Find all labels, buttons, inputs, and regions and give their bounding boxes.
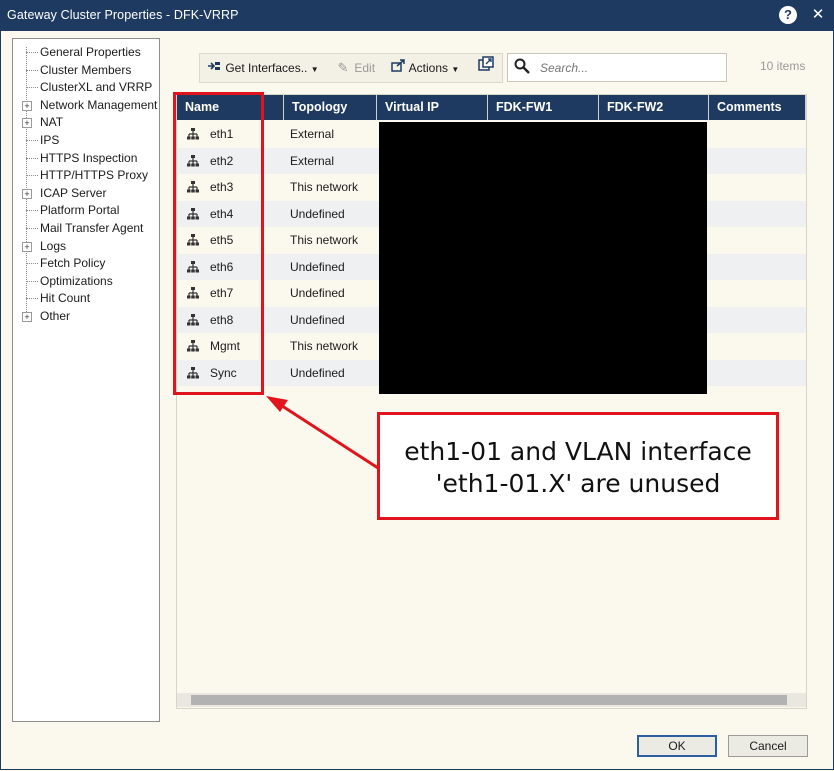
tree-guide	[26, 69, 38, 71]
get-interfaces-button[interactable]: Get Interfaces.. ▼	[206, 54, 319, 82]
scrollbar-thumb[interactable]	[191, 695, 787, 705]
callout-line-1: eth1-01 and VLAN interface	[404, 437, 752, 466]
interface-topology: Undefined	[290, 312, 345, 327]
tree-item-label: ICAP Server	[40, 185, 107, 200]
column-header[interactable]: FDK-FW1	[488, 95, 599, 120]
actions-button[interactable]: Actions ▼	[390, 54, 459, 82]
open-window-button[interactable]	[478, 54, 494, 82]
tree-item-label: Hit Count	[40, 291, 91, 306]
interface-topology: This network	[290, 339, 359, 353]
ok-button[interactable]: OK	[637, 735, 717, 757]
tree-guide	[26, 210, 38, 212]
horizontal-scrollbar[interactable]	[177, 693, 806, 707]
tree-guide	[26, 140, 38, 141]
interface-topology: Undefined	[290, 286, 345, 300]
column-header[interactable]: FDK-FW2	[599, 95, 709, 120]
expand-icon[interactable]: +	[22, 100, 32, 111]
open-window-icon	[478, 54, 494, 82]
get-interfaces-label: Get Interfaces..	[225, 61, 308, 75]
tree-item-label: HTTPS Inspection	[40, 150, 138, 165]
highlight-rectangle	[173, 92, 264, 395]
column-header[interactable]: Topology	[284, 95, 377, 120]
tree-item-label: Cluster Members	[40, 62, 132, 77]
get-interfaces-icon	[206, 54, 222, 82]
interface-topology: Undefined	[290, 206, 345, 221]
export-icon	[390, 54, 406, 82]
search-icon	[514, 58, 530, 78]
chevron-down-icon: ▼	[451, 65, 460, 74]
items-count: 10 items	[760, 59, 806, 73]
tree-item-label: NAT	[40, 115, 64, 130]
expand-icon[interactable]: +	[22, 241, 32, 252]
tree-item-label: General Properties	[40, 45, 141, 59]
tree-guide	[26, 298, 38, 300]
tree-item-label: Logs	[40, 238, 67, 253]
interface-topology: This network	[290, 233, 359, 247]
callout-line-2: 'eth1-01.X' are unused	[435, 469, 721, 498]
search-input[interactable]	[538, 58, 722, 78]
interface-topology: This network	[290, 180, 359, 194]
interface-topology: Undefined	[290, 365, 345, 380]
annotation-callout: eth1-01 and VLAN interface 'eth1-01.X' a…	[377, 412, 779, 520]
tree-guide	[26, 175, 38, 177]
search-box[interactable]	[507, 53, 727, 82]
expand-icon[interactable]: +	[22, 312, 32, 322]
title-bar: Gateway Cluster Properties - DFK-VRRP ? …	[0, 0, 834, 31]
edit-label: Edit	[354, 61, 376, 75]
actions-label: Actions	[408, 61, 449, 75]
tree-guide	[26, 52, 38, 53]
tree-item-label: Other	[40, 309, 71, 323]
tree-item-label: Platform Portal	[40, 203, 120, 218]
cancel-button[interactable]: Cancel	[728, 735, 808, 757]
interface-topology: Undefined	[290, 259, 345, 274]
expand-icon[interactable]: +	[22, 118, 32, 129]
chevron-down-icon: ▼	[310, 65, 319, 74]
pencil-icon: ✎	[337, 60, 349, 75]
column-header[interactable]: Virtual IP	[377, 95, 488, 120]
edit-button[interactable]: ✎ Edit	[335, 54, 375, 82]
tree-item-label: Optimizations	[40, 273, 113, 288]
redacted-area	[379, 122, 707, 394]
help-icon[interactable]: ?	[779, 6, 797, 24]
tree-item-label: IPS	[40, 133, 60, 147]
close-icon[interactable]: ✕	[808, 5, 828, 25]
tree-guide	[26, 157, 38, 159]
table-header: Name Topology Virtual IP FDK-FW1 FDK-FW2 Comm…	[177, 95, 806, 120]
interface-topology: External	[290, 127, 335, 141]
expand-icon[interactable]: +	[22, 188, 32, 199]
tree-guide	[26, 280, 38, 282]
tree-item-label: Fetch Policy	[40, 256, 106, 271]
window-title: Gateway Cluster Properties - DFK-VRRP	[7, 8, 239, 22]
tree-item-label: Network Management	[40, 97, 158, 112]
tree-item-label: Mail Transfer Agent	[40, 221, 144, 235]
tree-guide	[26, 263, 38, 265]
interface-topology: External	[290, 153, 335, 168]
column-header[interactable]: Comments	[709, 95, 806, 120]
toolbar: Get Interfaces.. ▼ ✎ Edit Actions ▼	[199, 53, 503, 83]
tree-guide	[26, 228, 38, 229]
tree-item-label: ClusterXL and VRRP	[40, 80, 153, 95]
interfaces-table: Name Topology Virtual IP FDK-FW1 FDK-FW2 Comm…	[176, 94, 807, 709]
tree-guide	[26, 87, 38, 89]
navigation-tree: General Properties Cluster Members Cluster…	[12, 38, 160, 722]
tree-item-label: HTTP/HTTPS Proxy	[40, 168, 149, 183]
